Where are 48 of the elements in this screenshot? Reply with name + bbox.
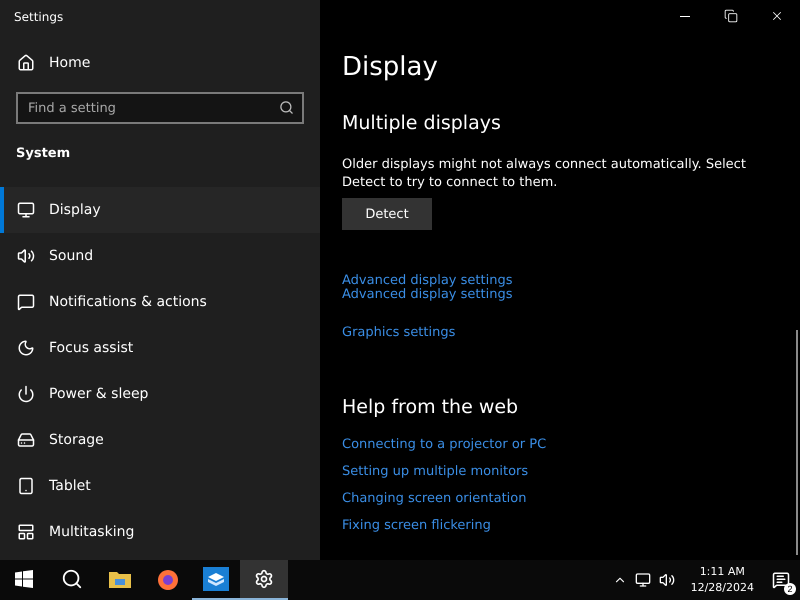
sidebar-item[interactable]: Tablet — [0, 463, 320, 509]
taskbar-button[interactable] — [240, 560, 288, 600]
folder-icon — [109, 570, 131, 588]
restore-icon — [724, 9, 738, 23]
sidebar-item[interactable]: Power & sleep — [0, 371, 320, 417]
monitor-icon — [17, 201, 35, 219]
sidebar-item[interactable]: Multitasking — [0, 509, 320, 555]
description-text: Older displays might not always connect automatically. Select Detect to try to connect to them. — [342, 156, 747, 192]
box-app-icon — [203, 567, 229, 591]
drive-icon — [17, 431, 35, 449]
sidebar-item[interactable]: Focus assist — [0, 325, 320, 371]
page-title: Display — [342, 52, 439, 82]
settings-icon — [254, 569, 274, 589]
close-icon — [770, 9, 784, 23]
search-icon — [61, 568, 83, 590]
section-heading: Help from the web — [342, 396, 520, 418]
sidebar-item[interactable]: Notifications & actions — [0, 279, 320, 325]
search-icon — [279, 100, 294, 115]
clock[interactable]: 1:11 AM 12/28/2024 — [690, 564, 754, 596]
browser-icon — [156, 567, 180, 591]
sidebar-item[interactable]: Sound — [0, 233, 320, 279]
scrollbar[interactable] — [796, 330, 798, 555]
help-link[interactable]: Graphics settings — [342, 326, 456, 340]
speaker-icon — [17, 247, 35, 265]
tablet-icon — [17, 477, 35, 495]
help-link[interactable]: Advanced display settings — [342, 288, 512, 302]
network-icon[interactable] — [634, 572, 651, 588]
power-icon — [17, 385, 35, 403]
help-link[interactable]: Fixing screen flickering — [342, 519, 491, 533]
section-heading: System — [16, 146, 72, 161]
home-label: Home — [49, 55, 90, 71]
speech-bubble-icon — [17, 293, 35, 311]
home-nav-item[interactable]: Home — [17, 54, 320, 72]
help-link[interactable]: Advanced display settings — [342, 274, 512, 288]
windows-logo-icon — [15, 570, 33, 588]
help-link[interactable]: Connecting to a projector or PC — [342, 438, 546, 452]
speaker-icon[interactable] — [658, 572, 675, 588]
help-link[interactable]: Changing screen orientation — [342, 492, 526, 506]
sidebar-item[interactable]: Display — [0, 187, 320, 233]
home-icon — [17, 54, 35, 72]
detect-button[interactable]: Detect — [342, 198, 432, 230]
moon-icon — [17, 339, 35, 357]
search-field[interactable]: Find a setting — [16, 92, 304, 124]
sidebar-item[interactable]: Storage — [0, 417, 320, 463]
section-heading: Multiple displays — [342, 112, 502, 134]
window-title: Settings — [13, 9, 64, 26]
panels-icon — [17, 523, 35, 541]
help-link[interactable]: Setting up multiple monitors — [342, 465, 528, 479]
